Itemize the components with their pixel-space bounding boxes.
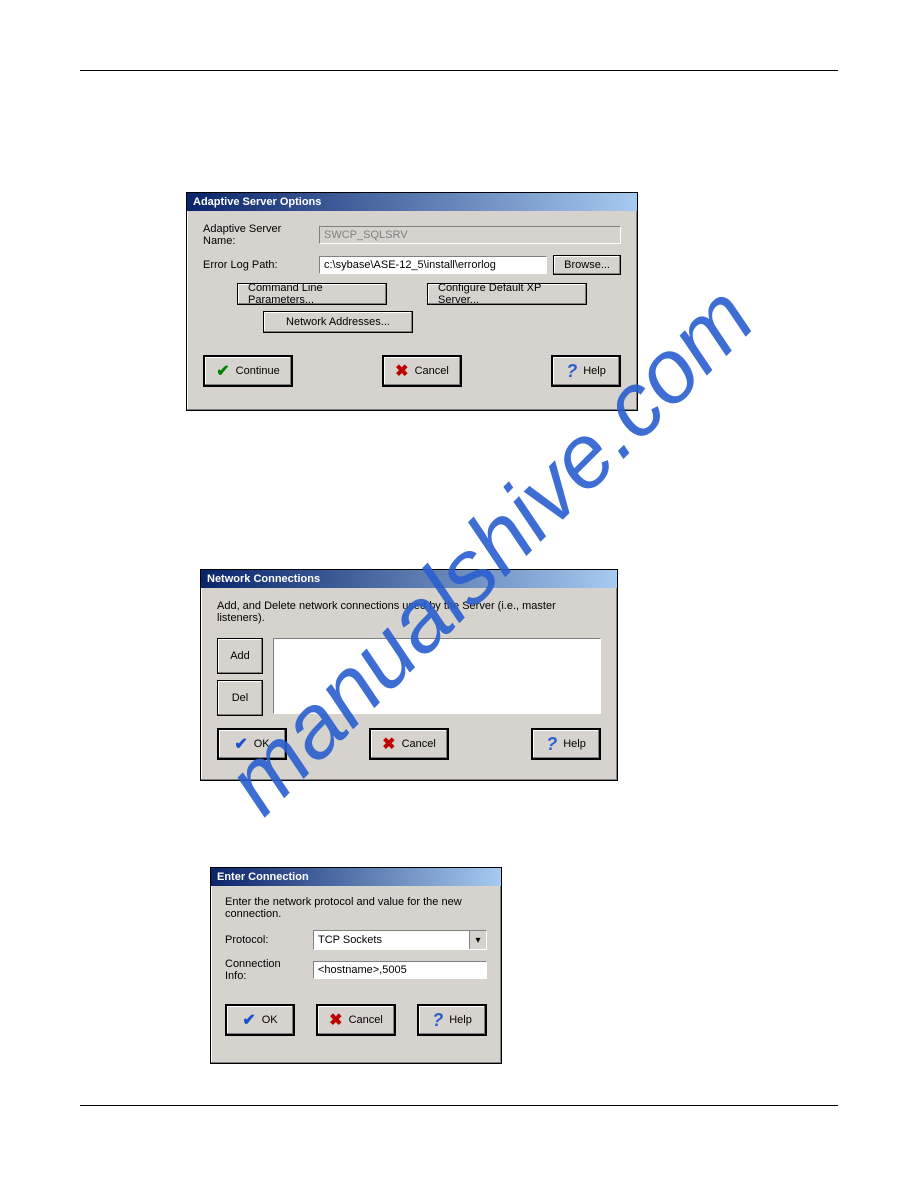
ok-button-3[interactable]: OK (225, 1004, 295, 1036)
help-button[interactable]: Help (551, 355, 621, 387)
error-log-label: Error Log Path: (203, 259, 311, 271)
cancel-label: Cancel (415, 365, 449, 377)
browse-button[interactable]: Browse... (553, 255, 621, 275)
del-button[interactable]: Del (217, 680, 263, 716)
error-log-input[interactable] (319, 256, 547, 274)
browse-label: Browse... (564, 259, 610, 271)
cancel-button-2[interactable]: Cancel (369, 728, 449, 760)
conn-info-label: Connection Info: (225, 958, 305, 982)
help-icon (566, 361, 577, 382)
adaptive-server-options-dialog: Adaptive Server Options Adaptive Server … (186, 192, 638, 411)
dialog2-title: Network Connections (207, 573, 320, 585)
page-rule-bottom (80, 1105, 838, 1106)
help-label: Help (583, 365, 606, 377)
cross-icon (382, 734, 395, 754)
check-icon (234, 734, 247, 754)
help-icon (546, 734, 557, 755)
dialog3-instructions: Enter the network protocol and value for… (225, 896, 487, 920)
check-icon (242, 1010, 255, 1030)
help-icon (432, 1010, 443, 1031)
add-button[interactable]: Add (217, 638, 263, 674)
server-name-value: SWCP_SQLSRV (324, 229, 408, 241)
cancel-label-2: Cancel (402, 738, 436, 750)
server-name-field: SWCP_SQLSRV (319, 226, 621, 244)
ok-button[interactable]: OK (217, 728, 287, 760)
configure-xp-label: Configure Default XP Server... (438, 282, 576, 306)
network-addresses-label: Network Addresses... (286, 316, 390, 328)
conn-info-input[interactable] (313, 961, 487, 979)
connections-listbox[interactable] (273, 638, 601, 714)
ok-label-3: OK (262, 1014, 278, 1026)
help-button-2[interactable]: Help (531, 728, 601, 760)
cancel-button[interactable]: Cancel (382, 355, 462, 387)
ok-label: OK (254, 738, 270, 750)
cross-icon (395, 361, 408, 381)
help-label-2: Help (563, 738, 586, 750)
server-name-label: Adaptive Server Name: (203, 223, 311, 247)
command-line-params-button[interactable]: Command Line Parameters... (237, 283, 387, 305)
add-label: Add (230, 650, 250, 662)
help-label-3: Help (449, 1014, 472, 1026)
page-rule-top (80, 70, 838, 71)
chevron-down-icon (469, 931, 486, 949)
help-button-3[interactable]: Help (417, 1004, 487, 1036)
dialog3-titlebar: Enter Connection (211, 868, 501, 886)
configure-xp-server-button[interactable]: Configure Default XP Server... (427, 283, 587, 305)
check-icon (216, 361, 229, 381)
continue-button[interactable]: Continue (203, 355, 293, 387)
protocol-select[interactable]: TCP Sockets (313, 930, 487, 950)
protocol-value: TCP Sockets (318, 934, 382, 946)
cancel-button-3[interactable]: Cancel (316, 1004, 396, 1036)
cancel-label-3: Cancel (349, 1014, 383, 1026)
protocol-label: Protocol: (225, 934, 305, 946)
dialog2-titlebar: Network Connections (201, 570, 617, 588)
enter-connection-dialog: Enter Connection Enter the network proto… (210, 867, 502, 1064)
dialog1-title: Adaptive Server Options (193, 196, 321, 208)
dialog1-titlebar: Adaptive Server Options (187, 193, 637, 211)
dialog3-title: Enter Connection (217, 871, 309, 883)
cross-icon (329, 1010, 342, 1030)
continue-label: Continue (236, 365, 280, 377)
command-line-params-label: Command Line Parameters... (248, 282, 376, 306)
del-label: Del (232, 692, 249, 704)
network-addresses-button[interactable]: Network Addresses... (263, 311, 413, 333)
dialog2-instructions: Add, and Delete network connections used… (217, 600, 601, 624)
network-connections-dialog: Network Connections Add, and Delete netw… (200, 569, 618, 781)
